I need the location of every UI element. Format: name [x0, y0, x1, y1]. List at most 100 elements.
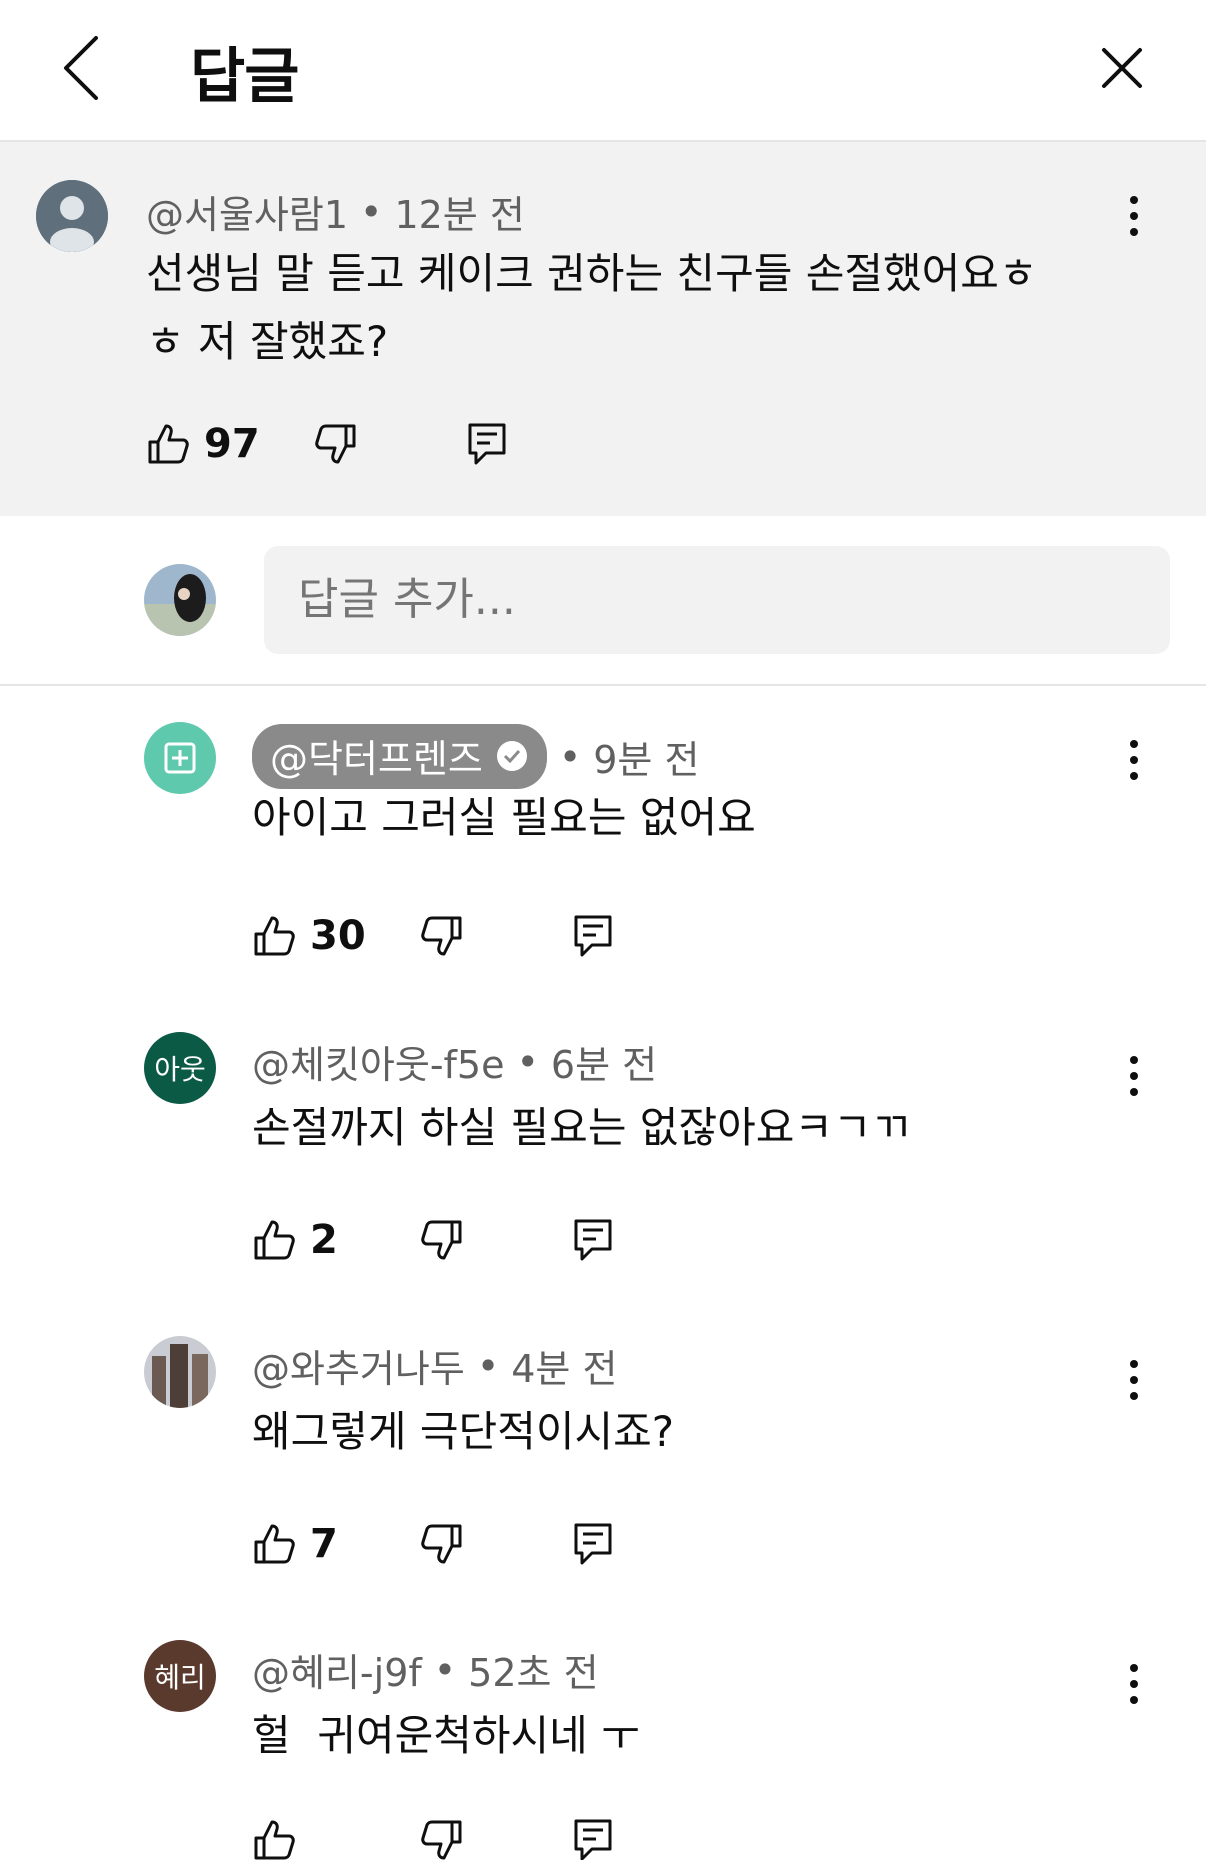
- like-count: 97: [204, 421, 260, 467]
- like-button[interactable]: [252, 1810, 310, 1860]
- like-count: 2: [310, 1217, 338, 1263]
- comment-text: 왜그렇게 극단적이시죠?: [252, 1407, 675, 1456]
- comment-author[interactable]: @서울사람1: [146, 184, 348, 239]
- comment-text: 아이고 그러실 필요는 없어요: [252, 793, 756, 842]
- thumb-up-icon: [148, 424, 189, 464]
- comment-actions: 97: [146, 414, 566, 474]
- more-vertical-icon: [1130, 196, 1138, 236]
- more-vertical-icon: [1130, 1664, 1138, 1704]
- more-vertical-icon: [1130, 1360, 1138, 1400]
- thumb-up-icon: [254, 1524, 295, 1564]
- thumb-down-icon: [315, 424, 356, 464]
- dislike-button[interactable]: [314, 414, 358, 474]
- dislike-button[interactable]: [420, 1210, 464, 1270]
- close-button[interactable]: [1090, 36, 1154, 100]
- reply-button[interactable]: [466, 414, 510, 474]
- comment-meta: @닥터프렌즈 • 9분 전: [252, 724, 699, 789]
- thumb-up-icon: [254, 916, 295, 956]
- back-button[interactable]: [52, 30, 112, 106]
- comment-meta: @체킷아웃-f5e • 6분 전: [252, 1034, 657, 1089]
- reply-icon: [574, 1523, 612, 1565]
- comment-text: 헐 귀여운척하시네 ㅜ: [252, 1711, 640, 1760]
- like-count: 7: [310, 1521, 338, 1567]
- like-button[interactable]: 7: [252, 1514, 338, 1574]
- reply-button[interactable]: [572, 1810, 616, 1860]
- like-button[interactable]: 97: [146, 414, 260, 474]
- reply-item: @닥터프렌즈 • 9분 전 아이고 그러실 필요는 없어요 30: [0, 700, 1206, 990]
- avatar[interactable]: 아웃: [144, 1032, 216, 1104]
- thumb-up-icon: [254, 1220, 295, 1260]
- more-button[interactable]: [1114, 1350, 1154, 1410]
- more-button[interactable]: [1114, 730, 1154, 790]
- header: 답글: [0, 0, 1206, 142]
- avatar-initials: 아웃: [154, 1053, 206, 1086]
- comment-text: 선생님 말 듣고 케이크 권하는 친구들 손절했어요ㅎ ㅎ 저 잘했죠?: [146, 240, 1106, 376]
- separator-dot: •: [516, 1039, 539, 1084]
- comment-actions: 2: [252, 1210, 672, 1270]
- dislike-button[interactable]: [420, 906, 464, 966]
- reply-icon: [468, 423, 506, 465]
- reply-input[interactable]: [264, 546, 1170, 654]
- dislike-button[interactable]: [420, 1810, 464, 1860]
- separator-dot: •: [558, 734, 582, 779]
- avatar[interactable]: [36, 180, 108, 252]
- more-vertical-icon: [1130, 1056, 1138, 1096]
- comment-text-line: ㅎ 저 잘했죠?: [146, 317, 389, 366]
- reply-item: @와추거나두 • 4분 전 왜그렇게 극단적이시죠? 7: [0, 1314, 1206, 1604]
- comment-time: 4분 전: [511, 1347, 618, 1391]
- like-button[interactable]: 2: [252, 1210, 338, 1270]
- page-title: 답글: [190, 42, 299, 112]
- more-button[interactable]: [1114, 186, 1154, 246]
- avatar[interactable]: [144, 722, 216, 794]
- thumb-up-icon: [254, 1820, 295, 1860]
- more-vertical-icon: [1130, 740, 1138, 780]
- close-icon: [1102, 48, 1142, 88]
- thumb-down-icon: [421, 1220, 462, 1260]
- comment-meta: @혜리-j9f • 52초 전: [252, 1642, 599, 1697]
- reply-composer: [0, 516, 1206, 686]
- reply-button[interactable]: [572, 906, 616, 966]
- creator-badge[interactable]: @닥터프렌즈: [252, 724, 547, 789]
- comment-time: 12분 전: [394, 193, 525, 237]
- reply-button[interactable]: [572, 1210, 616, 1270]
- comment-author: @닥터프렌즈: [270, 737, 483, 781]
- separator-dot: •: [476, 1343, 500, 1388]
- comment-actions: 30: [252, 906, 672, 966]
- like-count: 30: [310, 913, 366, 959]
- more-button[interactable]: [1114, 1046, 1154, 1106]
- medical-plus-icon: [164, 742, 196, 774]
- user-avatar[interactable]: [144, 564, 216, 636]
- thumb-down-icon: [421, 1524, 462, 1564]
- avatar[interactable]: [144, 1336, 216, 1408]
- thumb-down-icon: [421, 916, 462, 956]
- dislike-button[interactable]: [420, 1514, 464, 1574]
- comment-text-line: 선생님 말 듣고 케이크 권하는 친구들 손절했어요ㅎ: [146, 249, 1038, 298]
- separator-dot: •: [360, 189, 383, 234]
- comment-author[interactable]: @혜리-j9f: [252, 1642, 422, 1697]
- reply-icon: [574, 915, 612, 957]
- avatar[interactable]: 혜리: [144, 1640, 216, 1712]
- comment-meta: @서울사람1 • 12분 전: [146, 184, 525, 239]
- comment-author[interactable]: @와추거나두: [252, 1338, 465, 1393]
- reply-item: 혜리 @혜리-j9f • 52초 전 헐 귀여운척하시네 ㅜ: [0, 1618, 1206, 1860]
- chevron-left-icon: [64, 36, 98, 100]
- reply-button[interactable]: [572, 1514, 616, 1574]
- reply-icon: [574, 1819, 612, 1860]
- apartment-photo-icon: [144, 1336, 216, 1408]
- more-button[interactable]: [1114, 1654, 1154, 1714]
- comment-meta: @와추거나두 • 4분 전: [252, 1338, 617, 1393]
- comment-time: 52초 전: [468, 1651, 599, 1695]
- comment-author[interactable]: @체킷아웃-f5e: [252, 1034, 505, 1089]
- comment-time: 6분 전: [550, 1043, 658, 1087]
- avatar-initials: 혜리: [154, 1661, 206, 1694]
- profile-photo-icon: [144, 564, 216, 636]
- comment-text: 손절까지 하실 필요는 없잖아요ㅋㄱㄲ: [252, 1103, 911, 1152]
- default-avatar-icon: [36, 180, 108, 252]
- comment-actions: [252, 1810, 672, 1860]
- thumb-down-icon: [421, 1820, 462, 1860]
- verified-check-icon: [496, 740, 527, 771]
- like-button[interactable]: 30: [252, 906, 366, 966]
- parent-comment: @서울사람1 • 12분 전 선생님 말 듣고 케이크 권하는 친구들 손절했어…: [0, 142, 1206, 516]
- reply-icon: [574, 1219, 612, 1261]
- separator-dot: •: [433, 1647, 457, 1692]
